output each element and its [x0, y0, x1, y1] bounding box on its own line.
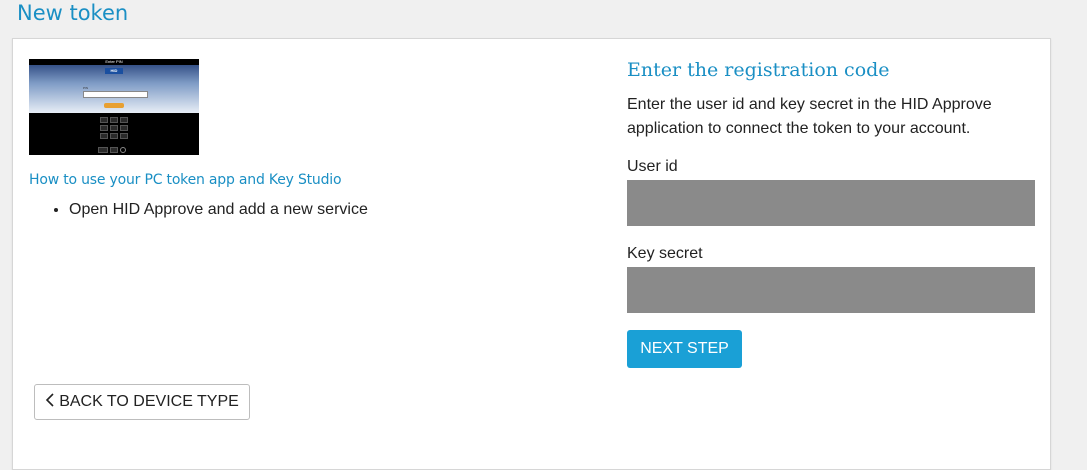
- keypad-key: [120, 133, 128, 139]
- steps-list: Open HID Approve and add a new service: [29, 199, 368, 221]
- keypad-key: [120, 125, 128, 131]
- keypad-key: [120, 117, 128, 123]
- keypad-key: [120, 147, 126, 153]
- key-secret-label: Key secret: [627, 245, 703, 262]
- next-step-button[interactable]: NEXT STEP: [627, 330, 742, 368]
- keypad-key: [100, 125, 108, 131]
- user-id-label: User id: [627, 158, 678, 175]
- keypad-key: [110, 125, 118, 131]
- pin-label: PIN: [83, 86, 89, 90]
- pin-input-preview: [83, 91, 148, 98]
- back-to-device-type-button[interactable]: BACK TO DEVICE TYPE: [34, 384, 250, 420]
- pin-screen-heading: Enter PIN: [105, 59, 123, 64]
- key-secret-field[interactable]: [627, 267, 1035, 313]
- back-button-label: BACK TO DEVICE TYPE: [59, 393, 239, 410]
- page-title: New token: [17, 1, 129, 25]
- keypad-key: [110, 147, 118, 153]
- registration-title: Enter the registration code: [627, 59, 890, 81]
- pin-screen-image: Enter PIN HID PIN: [29, 59, 199, 155]
- hid-logo: HID: [105, 68, 123, 74]
- token-card: Enter PIN HID PIN How to use your PC tok…: [12, 38, 1051, 470]
- howto-link[interactable]: How to use your PC token app and Key Stu…: [29, 172, 342, 188]
- user-id-field[interactable]: [627, 180, 1035, 226]
- keypad-key: [100, 117, 108, 123]
- chevron-left-icon: [45, 392, 55, 412]
- registration-description: Enter the user id and key secret in the …: [627, 96, 992, 137]
- pin-keypad-bottom: [98, 147, 126, 153]
- keypad-key: [110, 117, 118, 123]
- keypad-key: [110, 133, 118, 139]
- step-item: Open HID Approve and add a new service: [69, 199, 368, 221]
- keypad-key: [98, 147, 108, 153]
- pin-keypad: [100, 117, 128, 139]
- pin-submit-preview: [104, 103, 124, 108]
- keypad-key: [100, 133, 108, 139]
